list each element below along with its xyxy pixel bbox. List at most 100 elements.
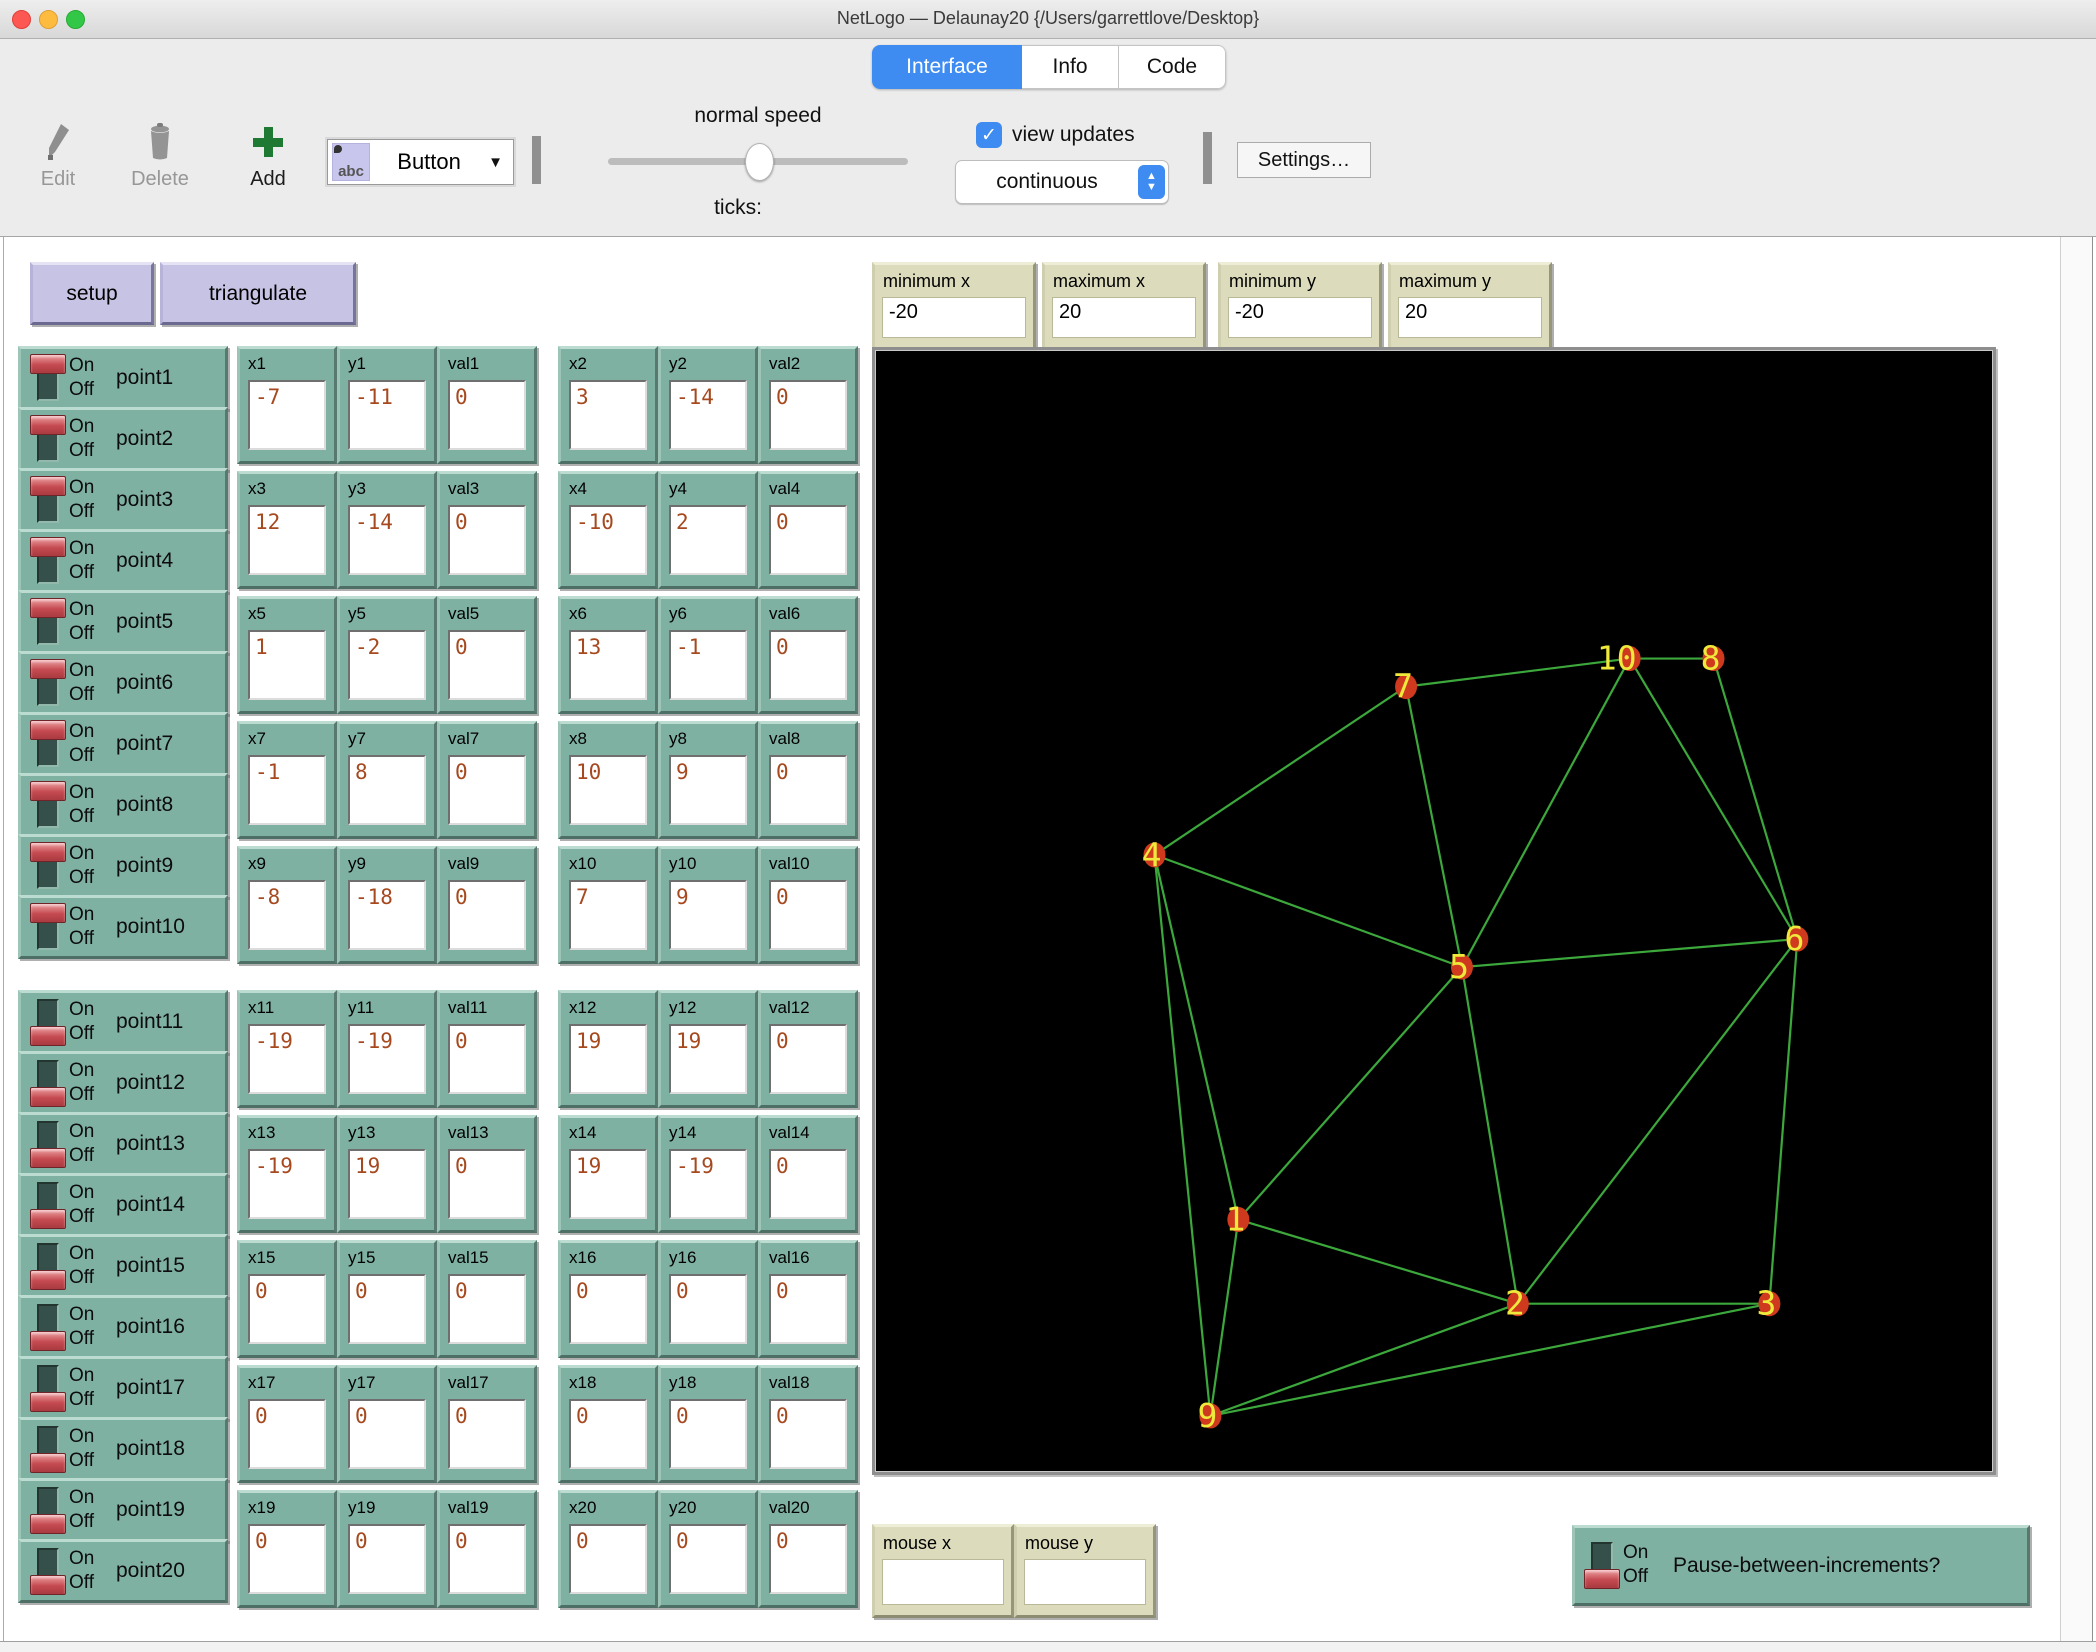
- input-value[interactable]: -19: [248, 1024, 326, 1094]
- input-y19[interactable]: y190: [337, 1490, 437, 1608]
- input-val4[interactable]: val40: [758, 471, 858, 589]
- switch-point15[interactable]: OnOffpoint15: [18, 1234, 228, 1298]
- input-y1[interactable]: y1-11: [337, 346, 437, 464]
- switch-knob[interactable]: [1584, 1569, 1620, 1589]
- input-y3[interactable]: y3-14: [337, 471, 437, 589]
- input-value[interactable]: -14: [669, 380, 747, 450]
- input-val13[interactable]: val130: [437, 1115, 537, 1233]
- input-x9[interactable]: x9-8: [237, 846, 337, 964]
- horizontal-scrollbar[interactable]: [0, 1641, 2096, 1652]
- input-val15[interactable]: val150: [437, 1240, 537, 1358]
- switch-knob[interactable]: [30, 720, 66, 740]
- switch-point12[interactable]: OnOffpoint12: [18, 1051, 228, 1115]
- switch-knob[interactable]: [30, 476, 66, 496]
- switch-knob[interactable]: [30, 537, 66, 557]
- input-x20[interactable]: x200: [558, 1490, 658, 1608]
- input-value[interactable]: -10: [569, 505, 647, 575]
- switch-point5[interactable]: OnOffpoint5: [18, 590, 228, 654]
- switch-track[interactable]: [37, 1060, 59, 1106]
- switch-knob[interactable]: [30, 598, 66, 618]
- input-x8[interactable]: x810: [558, 721, 658, 839]
- input-value[interactable]: 0: [769, 1274, 847, 1344]
- tab-info[interactable]: Info: [1022, 45, 1119, 89]
- input-value[interactable]: 0: [669, 1274, 747, 1344]
- input-y7[interactable]: y78: [337, 721, 437, 839]
- speed-slider-thumb[interactable]: [745, 143, 774, 181]
- input-y15[interactable]: y150: [337, 1240, 437, 1358]
- switch-point11[interactable]: OnOffpoint11: [18, 990, 228, 1054]
- switch-knob[interactable]: [30, 1392, 66, 1412]
- input-value[interactable]: 0: [669, 1524, 747, 1594]
- input-value[interactable]: 10: [569, 755, 647, 825]
- input-x14[interactable]: x1419: [558, 1115, 658, 1233]
- switch-point13[interactable]: OnOffpoint13: [18, 1112, 228, 1176]
- settings-button[interactable]: Settings…: [1237, 142, 1371, 178]
- input-value[interactable]: -11: [348, 380, 426, 450]
- switch-point17[interactable]: OnOffpoint17: [18, 1356, 228, 1420]
- input-val5[interactable]: val50: [437, 596, 537, 714]
- input-value[interactable]: -8: [248, 880, 326, 950]
- input-y6[interactable]: y6-1: [658, 596, 758, 714]
- switch-knob[interactable]: [30, 1209, 66, 1229]
- switch-track[interactable]: [37, 1121, 59, 1167]
- vertical-scrollbar[interactable]: [2060, 237, 2093, 1641]
- switch-Pause-between-increments?[interactable]: OnOffPause-between-increments?: [1572, 1525, 2030, 1606]
- input-y18[interactable]: y180: [658, 1365, 758, 1483]
- switch-knob[interactable]: [30, 903, 66, 923]
- delete-tool[interactable]: Delete: [120, 118, 200, 191]
- input-value[interactable]: 0: [769, 1149, 847, 1219]
- input-value[interactable]: 0: [769, 880, 847, 950]
- switch-knob[interactable]: [30, 1087, 66, 1107]
- switch-track[interactable]: [37, 1182, 59, 1228]
- add-tool[interactable]: Add: [228, 118, 308, 191]
- input-val16[interactable]: val160: [758, 1240, 858, 1358]
- input-value[interactable]: -19: [669, 1149, 747, 1219]
- switch-knob[interactable]: [30, 354, 66, 374]
- switch-point4[interactable]: OnOffpoint4: [18, 529, 228, 593]
- input-x7[interactable]: x7-1: [237, 721, 337, 839]
- switch-track[interactable]: [37, 477, 59, 523]
- tab-interface[interactable]: Interface: [872, 45, 1022, 89]
- input-value[interactable]: 9: [669, 755, 747, 825]
- input-value[interactable]: -19: [248, 1149, 326, 1219]
- input-x4[interactable]: x4-10: [558, 471, 658, 589]
- input-value[interactable]: 19: [569, 1149, 647, 1219]
- input-x2[interactable]: x23: [558, 346, 658, 464]
- input-value[interactable]: 0: [769, 380, 847, 450]
- input-val1[interactable]: val10: [437, 346, 537, 464]
- input-val19[interactable]: val190: [437, 1490, 537, 1608]
- input-value[interactable]: 0: [448, 630, 526, 700]
- input-x17[interactable]: x170: [237, 1365, 337, 1483]
- input-value[interactable]: 19: [348, 1149, 426, 1219]
- input-value[interactable]: 0: [569, 1524, 647, 1594]
- input-value[interactable]: -14: [348, 505, 426, 575]
- switch-knob[interactable]: [30, 1453, 66, 1473]
- switch-knob[interactable]: [30, 842, 66, 862]
- input-value[interactable]: -19: [348, 1024, 426, 1094]
- input-value[interactable]: -1: [669, 630, 747, 700]
- switch-track[interactable]: [37, 904, 59, 950]
- switch-track[interactable]: [37, 1365, 59, 1411]
- switch-point14[interactable]: OnOffpoint14: [18, 1173, 228, 1237]
- input-value[interactable]: 0: [448, 1399, 526, 1469]
- input-value[interactable]: 3: [569, 380, 647, 450]
- input-x13[interactable]: x13-19: [237, 1115, 337, 1233]
- input-value[interactable]: 0: [769, 505, 847, 575]
- input-x6[interactable]: x613: [558, 596, 658, 714]
- input-y14[interactable]: y14-19: [658, 1115, 758, 1233]
- input-val8[interactable]: val80: [758, 721, 858, 839]
- switch-knob[interactable]: [30, 659, 66, 679]
- input-val12[interactable]: val120: [758, 990, 858, 1108]
- switch-track[interactable]: [37, 1548, 59, 1594]
- input-value[interactable]: 0: [248, 1524, 326, 1594]
- switch-knob[interactable]: [30, 1148, 66, 1168]
- input-y11[interactable]: y11-19: [337, 990, 437, 1108]
- widget-type-dropdown[interactable]: abc Button ▼: [327, 139, 514, 185]
- input-x18[interactable]: x180: [558, 1365, 658, 1483]
- input-value[interactable]: 0: [348, 1274, 426, 1344]
- switch-point16[interactable]: OnOffpoint16: [18, 1295, 228, 1359]
- switch-point8[interactable]: OnOffpoint8: [18, 773, 228, 837]
- world-view-canvas[interactable]: 12345678910: [872, 347, 1996, 1475]
- input-y10[interactable]: y109: [658, 846, 758, 964]
- switch-point10[interactable]: OnOffpoint10: [18, 895, 228, 959]
